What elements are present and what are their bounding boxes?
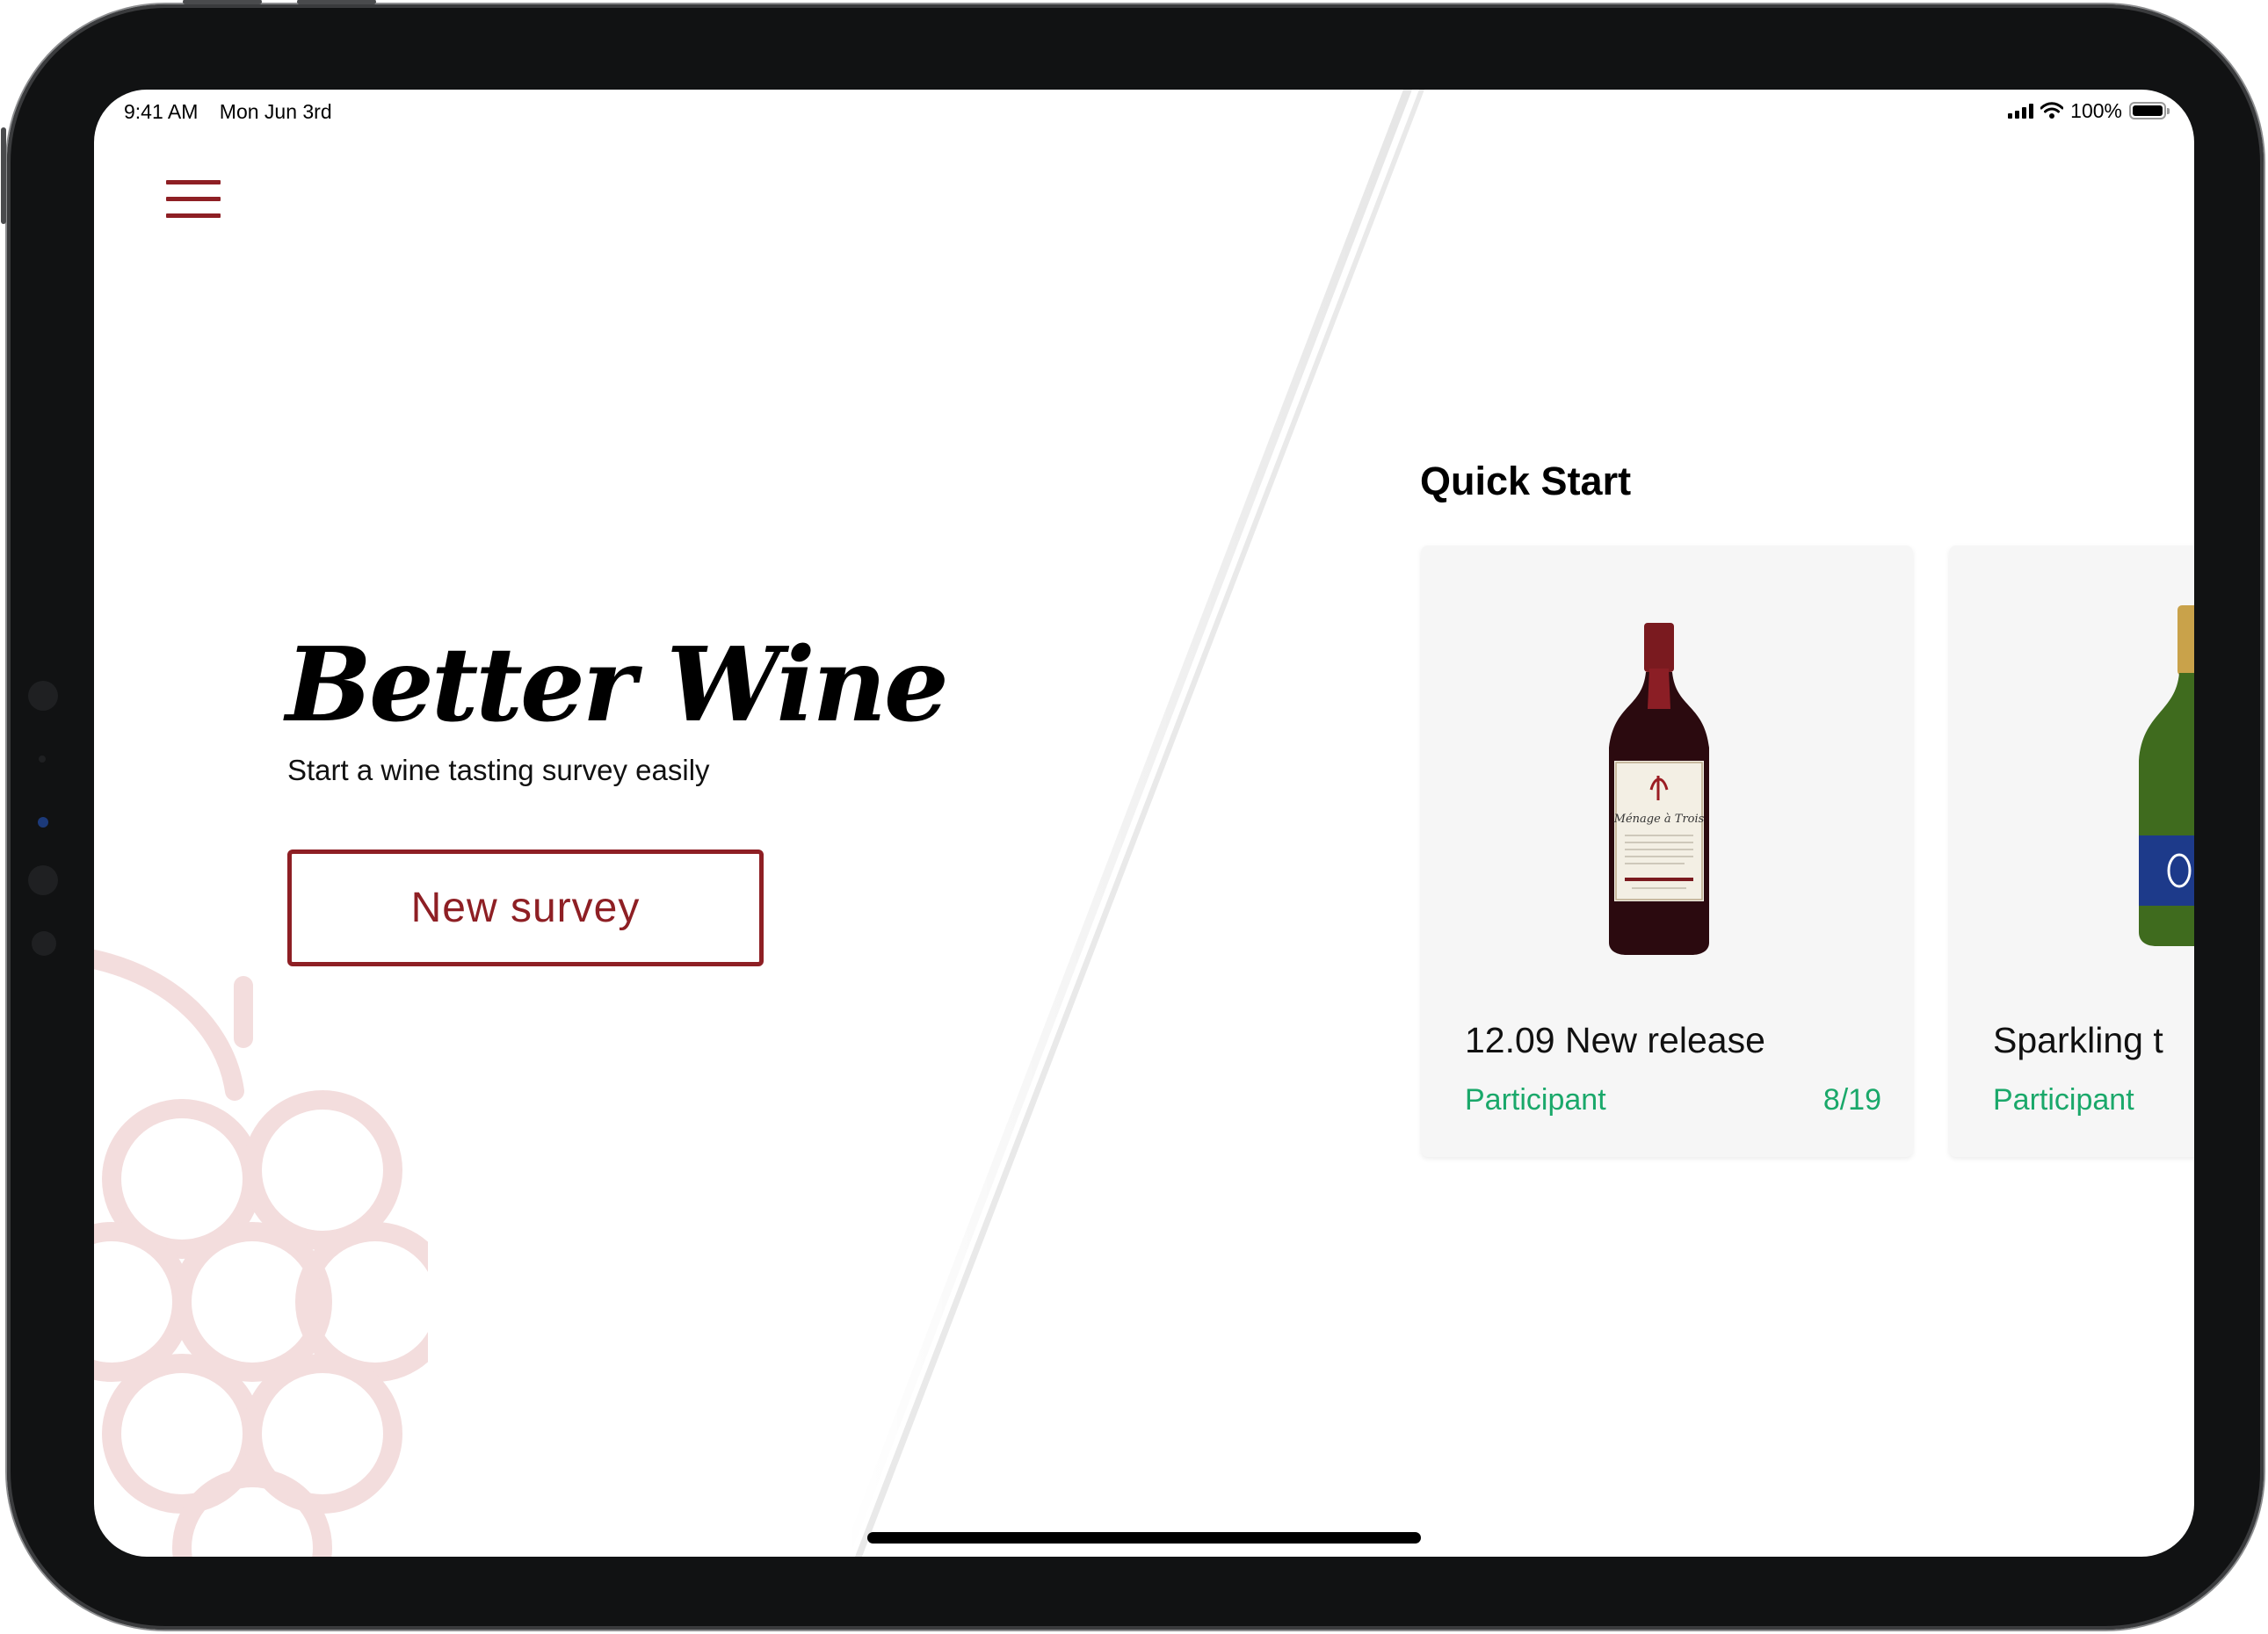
new-survey-button[interactable]: New survey <box>287 850 764 966</box>
quick-start-heading: Quick Start <box>1420 459 1632 503</box>
top-button <box>183 0 262 4</box>
quick-start-card[interactable]: Sparkling t Participant <box>1949 546 2194 1157</box>
card-participant-count: 8/19 <box>1822 1083 1881 1117</box>
camera-lens <box>38 817 48 828</box>
app-title: Better Wine <box>286 625 949 745</box>
sensor-dot <box>39 756 46 763</box>
red-wine-bottle-image: Ménage à Trois <box>1609 623 1709 955</box>
status-bar-right: 100% <box>2008 98 2170 123</box>
status-time: 9:41 AM <box>124 100 199 123</box>
card-title: 12.09 New release <box>1465 1020 1765 1060</box>
card-title: Sparkling t <box>1993 1020 2163 1060</box>
app-tagline: Start a wine tasting survey easily <box>287 754 710 786</box>
top-button-2 <box>297 0 376 4</box>
sparkling-wine-bottle-image <box>2139 605 2194 946</box>
battery-percent: 100% <box>2070 98 2122 122</box>
status-bar-left: 9:41 AM Mon Jun 3rd <box>124 100 348 124</box>
home-indicator[interactable] <box>867 1532 1421 1544</box>
status-date: Mon Jun 3rd <box>219 100 332 123</box>
battery-icon <box>2129 102 2170 119</box>
quick-start-card[interactable]: Ménage à Trois 12.09 New release Partici… <box>1421 546 1913 1157</box>
sensor-dot <box>32 931 56 956</box>
hamburger-menu-icon[interactable] <box>166 180 221 221</box>
bottle-label-text: Ménage à Trois <box>1613 813 1705 826</box>
sensor-dot <box>28 865 58 895</box>
card-role: Participant <box>1993 1083 2134 1117</box>
volume-up-button <box>1 127 6 224</box>
wifi-icon <box>2040 102 2064 119</box>
card-role: Participant <box>1465 1083 1606 1117</box>
grape-icon <box>94 950 428 1557</box>
signal-icon <box>2008 103 2034 119</box>
app-screen: 9:41 AM Mon Jun 3rd 100% Better Wine Sta… <box>94 90 2194 1557</box>
ipad-frame: 9:41 AM Mon Jun 3rd 100% Better Wine Sta… <box>1 0 2264 1630</box>
sensor-dot <box>28 681 58 711</box>
